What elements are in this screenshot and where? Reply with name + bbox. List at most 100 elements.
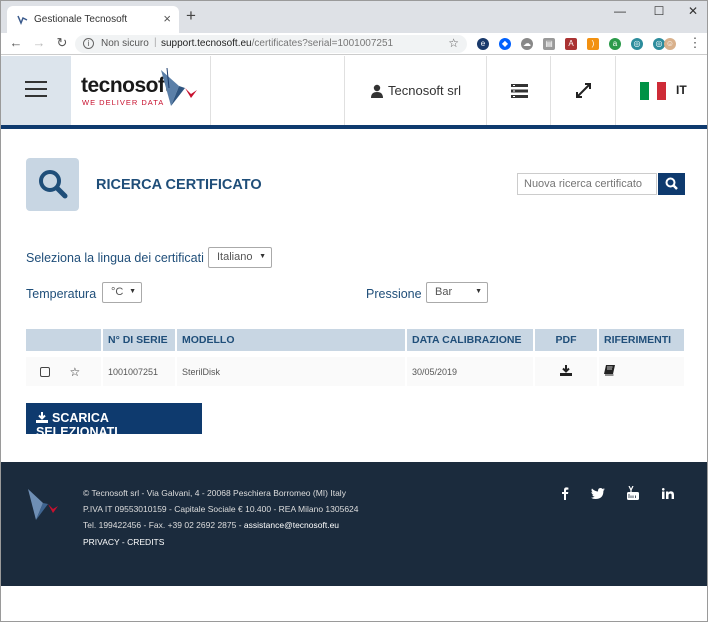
footer-email-link[interactable]: assistance@tecnosoft.eu [244,520,339,530]
footer: © Tecnosoft srl - Via Galvani, 4 - 20068… [1,462,707,586]
list-icon [511,84,528,98]
browser-tab[interactable]: Gestionale Tecnosoft × [7,6,179,33]
hamburger-icon [25,81,47,102]
temperature-select-value: °C [111,286,124,298]
privacy-link[interactable]: PRIVACY [83,537,120,547]
footer-logo-bird-icon [28,489,58,520]
pdf-icon[interactable]: A [565,38,577,50]
footer-phone: Tel. 199422456 - Fax. +39 02 2692 2875 - [83,520,244,530]
linkedin-icon[interactable] [662,488,674,499]
browser-address-bar: ← → ↻ i Non sicuro | support.tecnosoft.e… [1,33,707,55]
twitter-icon[interactable] [591,488,605,499]
language-select-value: Italiano [217,251,253,263]
footer-link-separator: - [119,537,128,547]
table-header-row: N° DI SERIE MODELLO DATA CALIBRAZIONE PD… [26,329,684,354]
book-icon[interactable] [604,365,615,376]
serial-cell: 1001007251 [102,351,177,386]
user-icon [371,84,383,98]
bookmark-star-icon[interactable]: ☆ [448,36,459,50]
language-code: IT [676,83,687,97]
download-selected-button[interactable]: SCARICA SELEZIONATI [26,403,202,439]
dropbox-icon[interactable]: ◆ [499,38,511,50]
tab-title: Gestionale Tecnosoft [34,14,128,25]
temperature-select[interactable]: °C ▼ [102,282,142,303]
chevron-down-icon: ▼ [129,288,136,295]
back-icon[interactable]: ← [9,35,23,50]
search-badge [26,158,79,211]
logo-bird-icon [161,67,197,106]
url-field[interactable]: i Non sicuro | support.tecnosoft.eu/cert… [75,35,467,53]
print-icon[interactable]: ▤ [543,38,555,50]
download-icon [36,412,48,423]
logo[interactable]: tecnosoft WE DELIVER DATA [71,56,211,125]
security-label: Non sicuro [101,38,149,49]
minimize-icon[interactable]: — [609,4,631,18]
site-header: tecnosoft WE DELIVER DATA Tecnosoft srl … [1,56,707,125]
company-menu[interactable]: Tecnosoft srl [344,56,486,125]
facebook-icon[interactable] [561,487,569,500]
language-label: Seleziona la lingua dei certificati [26,251,204,265]
chevron-down-icon: ▼ [259,253,266,260]
certificate-search-input[interactable] [517,173,657,195]
reload-icon[interactable]: ↻ [55,35,69,51]
favicon-icon [17,15,28,25]
header-divider [1,125,707,129]
company-name: Tecnosoft srl [388,83,461,98]
row-actions-cell: ☆ [26,351,103,386]
cloud-icon[interactable]: ☁ [521,38,533,50]
extension-icon[interactable]: e [477,38,489,50]
search-icon [665,177,678,190]
menu-button[interactable] [1,56,71,125]
extension-a-icon[interactable]: a [609,38,621,50]
pressure-select-value: Bar [435,286,453,298]
expand-icon [576,83,591,98]
pressure-select[interactable]: Bar ▼ [426,282,488,303]
youtube-icon[interactable] [627,486,639,500]
pdf-cell [534,351,599,386]
rss-icon[interactable]: ) [587,38,599,50]
close-tab-icon[interactable]: × [163,11,171,26]
profile-avatar-icon[interactable]: ☺ [664,38,676,50]
column-header-serial[interactable]: N° DI SERIE [102,329,177,354]
footer-links: PRIVACY - CREDITS [83,537,164,547]
model-cell: SterilDisk [176,351,407,386]
fullscreen-button[interactable] [550,56,615,125]
browser-menu-icon[interactable]: ⋮ [688,35,702,51]
close-window-icon[interactable]: ✕ [682,4,704,18]
new-tab-icon[interactable]: + [184,6,198,26]
url-text: support.tecnosoft.eu/certificates?serial… [161,38,393,49]
credits-link[interactable]: CREDITS [127,537,164,547]
column-header-model[interactable]: MODELLO [176,329,407,354]
search-button[interactable] [658,173,685,195]
column-header-pdf: PDF [534,329,599,354]
temperature-label: Temperatura [26,287,97,301]
url-separator: | [154,37,157,48]
certificates-table: N° DI SERIE MODELLO DATA CALIBRAZIONE PD… [26,329,684,386]
favorite-star-icon[interactable]: ☆ [70,365,81,379]
select-column-header [26,329,103,354]
references-cell [598,351,684,386]
footer-contacts: Tel. 199422456 - Fax. +39 02 2692 2875 -… [83,520,339,530]
column-header-references: RIFERIMENTI [598,329,684,354]
info-icon[interactable]: i [83,38,94,49]
chevron-down-icon: ▼ [475,288,482,295]
footer-vat: P.IVA IT 09553010159 - Capitale Sociale … [83,504,359,514]
download-pdf-icon[interactable] [560,365,572,376]
column-header-date[interactable]: DATA CALIBRAZIONE [406,329,535,354]
extension-eye-icon[interactable]: ◎ [631,38,643,50]
language-select[interactable]: Italiano ▼ [208,247,272,268]
row-checkbox[interactable] [40,366,50,377]
footer-address: © Tecnosoft srl - Via Galvani, 4 - 20068… [83,488,346,498]
maximize-icon[interactable]: ☐ [648,4,670,18]
download-selected-label: SCARICA SELEZIONATI [36,411,118,439]
language-selector[interactable]: IT [615,56,707,125]
list-view-button[interactable] [486,56,550,125]
magnifier-icon [39,170,68,199]
forward-icon[interactable]: → [32,35,46,50]
pressure-label: Pressione [366,287,422,301]
browser-tab-bar: Gestionale Tecnosoft × + — ☐ ✕ [1,1,707,33]
date-cell: 30/05/2019 [406,351,535,386]
italy-flag-icon [640,82,666,100]
logo-tagline: WE DELIVER DATA [82,98,165,107]
url-path: /certificates?serial=1001007251 [251,38,394,49]
